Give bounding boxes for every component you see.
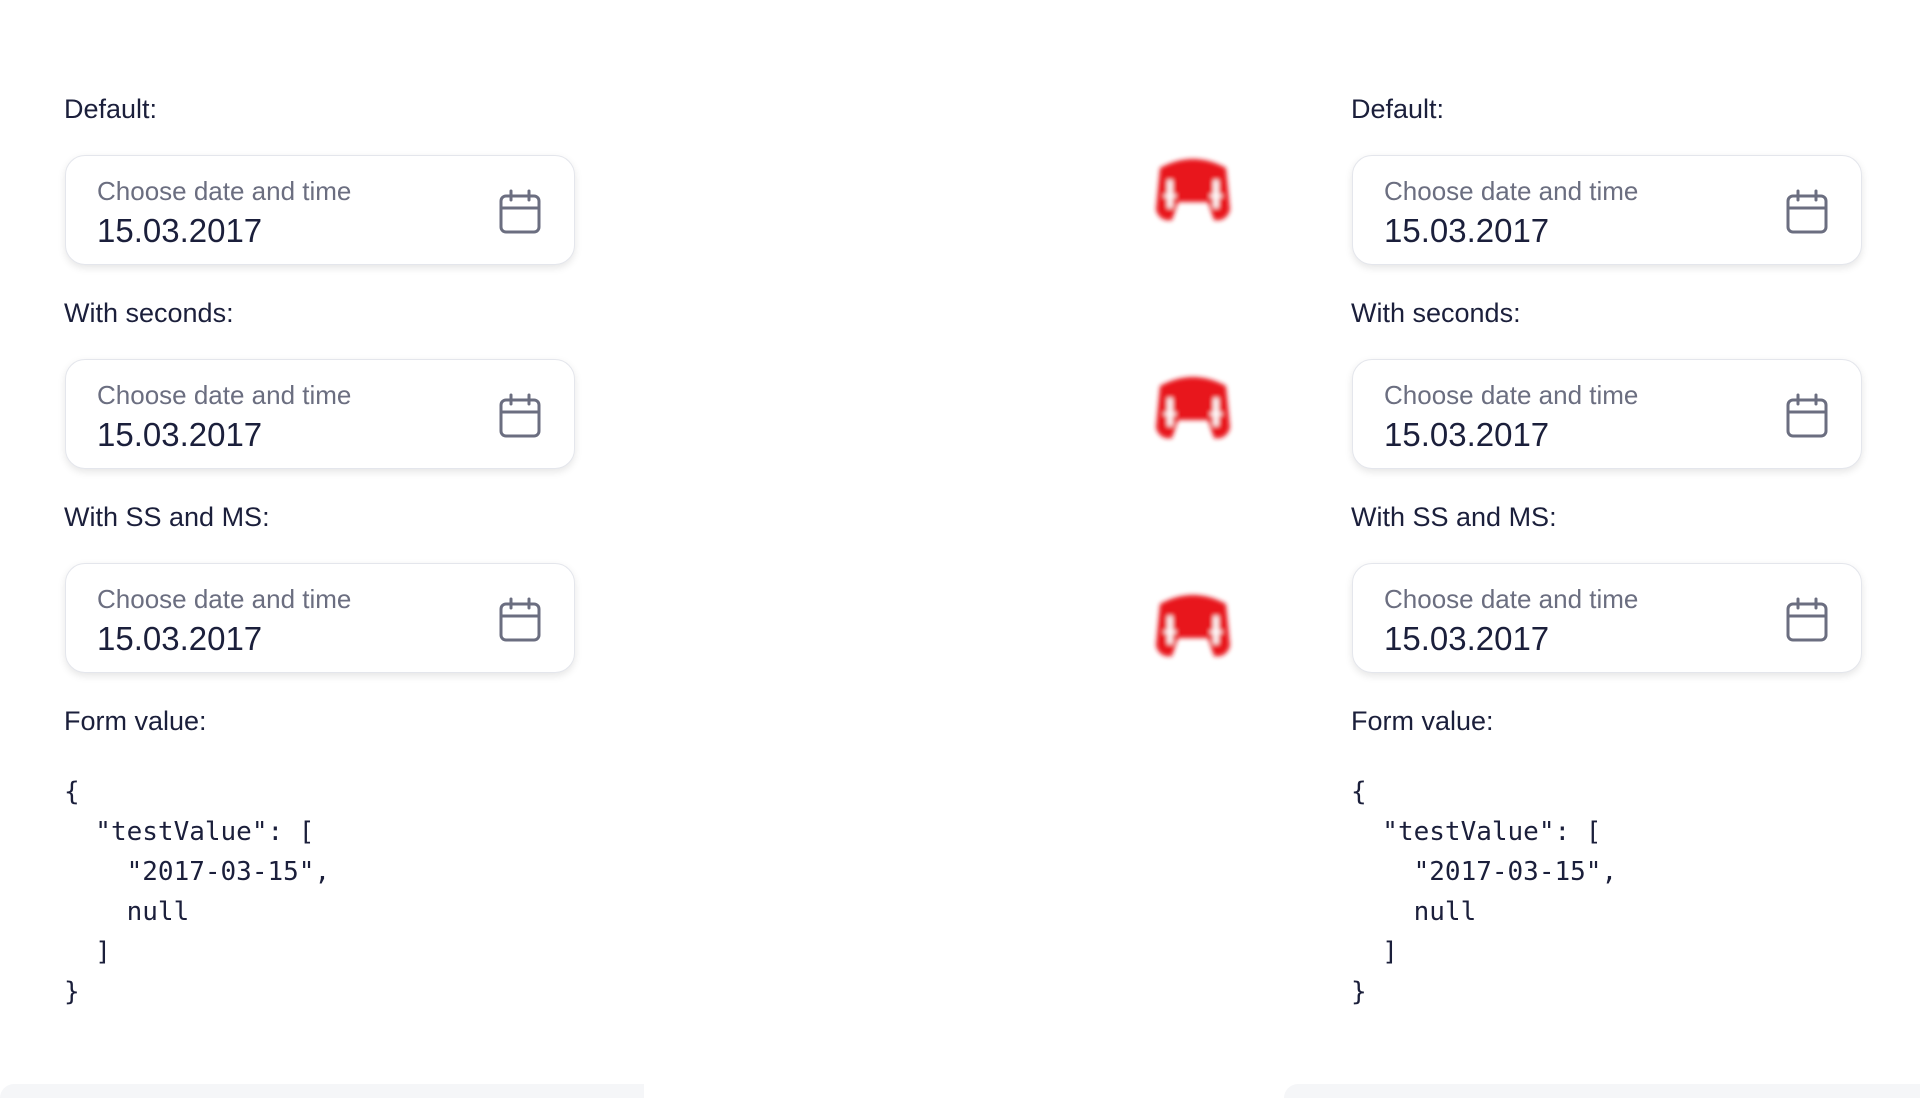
date-time-input-with-seconds[interactable]: Choose date and time 15.03.2017 [65, 359, 575, 469]
field-value: 15.03.2017 [97, 416, 263, 453]
date-time-input-with-seconds[interactable]: Choose date and time 15.03.2017 [1352, 359, 1862, 469]
calendar-icon[interactable] [1786, 393, 1828, 439]
date-time-input-default[interactable]: Choose date and time 15.03.2017 [65, 155, 575, 265]
date-time-input-default[interactable]: Choose date and time 15.03.2017 [1352, 155, 1862, 265]
form-value-label: Form value: [64, 706, 207, 736]
calendar-icon[interactable] [499, 597, 541, 643]
section-label-with-ss-and-ms: With SS and MS: [64, 502, 270, 532]
red-glitch-marker-icon [1156, 377, 1230, 439]
calendar-icon[interactable] [499, 393, 541, 439]
form-value-label: Form value: [1351, 706, 1494, 736]
page-canvas: Default: Choose date and time 15.03.2017… [0, 0, 1920, 1098]
field-label: Choose date and time [1384, 380, 1639, 410]
calendar-icon[interactable] [1786, 597, 1828, 643]
field-value: 15.03.2017 [1384, 212, 1550, 249]
form-value-json: { "testValue": [ "2017-03-15", null ] } [1351, 777, 1618, 1007]
panel-bottom-edge [1284, 1084, 1920, 1098]
field-value: 15.03.2017 [1384, 620, 1550, 657]
calendar-icon[interactable] [1786, 189, 1828, 235]
field-value: 15.03.2017 [97, 212, 263, 249]
field-label: Choose date and time [1384, 176, 1639, 206]
section-label-with-ss-and-ms: With SS and MS: [1351, 502, 1557, 532]
panel-bottom-edge [0, 1084, 644, 1098]
field-label: Choose date and time [1384, 584, 1639, 614]
section-label-with-seconds: With seconds: [64, 298, 234, 328]
field-label: Choose date and time [97, 380, 352, 410]
calendar-icon[interactable] [499, 189, 541, 235]
field-value: 15.03.2017 [1384, 416, 1550, 453]
field-value: 15.03.2017 [97, 620, 263, 657]
red-glitch-marker-icon [1156, 159, 1230, 221]
section-label-with-seconds: With seconds: [1351, 298, 1521, 328]
date-time-input-with-ss-and-ms[interactable]: Choose date and time 15.03.2017 [1352, 563, 1862, 673]
form-value-json: { "testValue": [ "2017-03-15", null ] } [64, 777, 331, 1007]
section-label-default: Default: [64, 94, 158, 124]
left-panel: Default: Choose date and time 15.03.2017… [64, 0, 764, 1098]
field-label: Choose date and time [97, 584, 352, 614]
section-label-default: Default: [1351, 94, 1445, 124]
date-time-input-with-ss-and-ms[interactable]: Choose date and time 15.03.2017 [65, 563, 575, 673]
red-glitch-marker-icon [1156, 595, 1230, 657]
field-label: Choose date and time [97, 176, 352, 206]
right-panel: Default: Choose date and time 15.03.2017… [1351, 0, 1920, 1098]
